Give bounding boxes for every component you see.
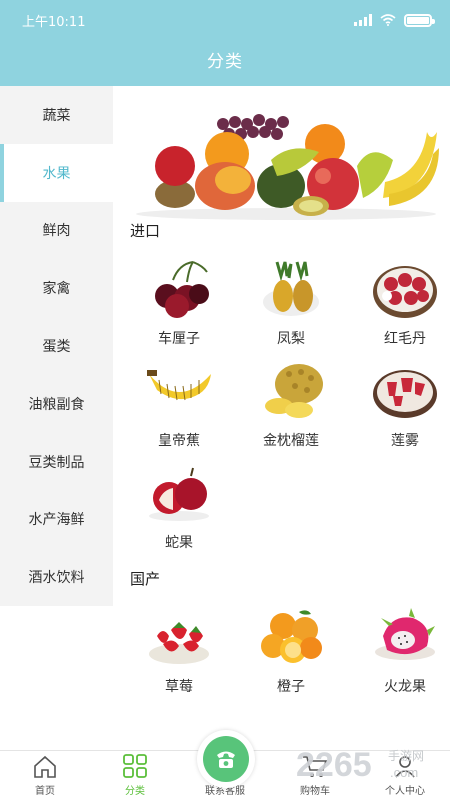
sidebar-item[interactable]: 水产海鲜: [0, 491, 113, 549]
fruit-item[interactable]: 金枕榴莲: [239, 360, 343, 460]
cart-icon: [303, 756, 328, 777]
dragon-fruit-icon: [375, 608, 435, 660]
category-grid-icon: [123, 754, 147, 778]
category-sidebar: 蔬菜水果鲜肉家禽蛋类油粮副食豆类制品水产海鲜酒水饮料: [0, 86, 113, 606]
nav-item-label: 购物车: [300, 786, 330, 797]
page-title: 分类: [207, 52, 243, 72]
sidebar-item-label: 蔬菜: [42, 107, 71, 124]
sidebar-item[interactable]: 家禽: [0, 259, 113, 317]
fruit-item-label: 蛇果: [165, 535, 193, 551]
fruit-item[interactable]: 红毛丹: [353, 258, 450, 358]
rambutan-icon: [373, 266, 437, 318]
sidebar-item-label: 蛋类: [42, 339, 71, 356]
status-bar: 上午10:11: [0, 0, 450, 40]
fruit-item-label: 草莓: [165, 679, 193, 695]
fruit-item-label: 红毛丹: [384, 331, 426, 347]
section-title-domestic: 国产: [130, 570, 161, 588]
fruit-item[interactable]: 凤梨: [239, 258, 343, 358]
fruit-item-label: 车厘子: [158, 331, 200, 347]
banana-icon: [147, 370, 211, 401]
fruit-item-label: 莲雾: [391, 433, 419, 449]
nav-item[interactable]: 个人中心: [360, 751, 450, 800]
cherry-icon: [155, 261, 209, 318]
nav-item[interactable]: 首页: [0, 751, 90, 800]
sidebar-item-label: 豆类制品: [28, 454, 85, 471]
nav-item-label: 首页: [35, 786, 55, 797]
sidebar-item[interactable]: 油粮副食: [0, 375, 113, 433]
user-icon: [395, 756, 415, 778]
signal-icon: [354, 14, 372, 26]
top-bar: 上午10:11 分类: [0, 0, 450, 86]
status-time: 上午10:11: [22, 14, 86, 30]
sidebar-item-label: 水果: [42, 165, 71, 182]
fruit-item[interactable]: 火龙果: [353, 606, 450, 706]
sidebar-item[interactable]: 酒水饮料: [0, 548, 113, 606]
phone-icon: [203, 736, 249, 782]
pineapple-icon: [263, 261, 319, 316]
fruit-item[interactable]: 蛇果: [127, 462, 231, 562]
nav-item-label: 分类: [125, 786, 145, 797]
fruit-item-label: 凤梨: [277, 331, 305, 347]
sidebar-item[interactable]: 水果: [0, 143, 113, 202]
wax-apple-icon: [373, 370, 437, 418]
sidebar-item-label: 酒水饮料: [28, 570, 85, 587]
strawberry-icon: [149, 622, 209, 664]
sidebar-item[interactable]: 蛋类: [0, 317, 113, 375]
home-icon: [34, 755, 56, 778]
sidebar-item-label: 油粮副食: [28, 396, 85, 413]
nav-item[interactable]: 购物车: [270, 751, 360, 800]
sidebar-item[interactable]: 鲜肉: [0, 202, 113, 260]
sidebar-item[interactable]: 豆类制品: [0, 433, 113, 491]
orange-icon: [261, 610, 322, 663]
sidebar-item-label: 鲜肉: [42, 223, 71, 240]
sidebar-item-label: 家禽: [42, 281, 71, 298]
status-icons: [354, 13, 435, 27]
fruit-item-label: 火龙果: [384, 679, 426, 695]
fruit-item-label: 橙子: [277, 679, 305, 695]
fruit-item[interactable]: 车厘子: [127, 258, 231, 358]
apple-icon: [149, 467, 209, 521]
nav-item-label: 个人中心: [385, 786, 425, 797]
fruit-item[interactable]: 皇帝蕉: [127, 360, 231, 460]
sidebar-item-label: 水产海鲜: [28, 512, 85, 529]
sidebar-item[interactable]: 蔬菜: [0, 86, 113, 144]
section-title-import: 进口: [130, 222, 161, 240]
fruit-item-label: 皇帝蕉: [158, 433, 200, 449]
fruit-item[interactable]: 莲雾: [353, 360, 450, 460]
main-content: 进口 车厘子 凤梨 红毛丹皇帝蕉 金枕榴莲 莲雾蛇果 国产 草莓 橙子 火龙果: [113, 86, 450, 750]
durian-icon: [265, 364, 323, 418]
wifi-icon: [380, 14, 396, 26]
battery-icon: [404, 13, 435, 27]
fruit-item[interactable]: 草莓: [127, 606, 231, 706]
fruit-banner-image: [136, 114, 439, 220]
customer-service-button[interactable]: [197, 730, 255, 788]
fruit-item[interactable]: 橙子: [239, 606, 343, 706]
nav-item[interactable]: 分类: [90, 751, 180, 800]
fruit-item-label: 金枕榴莲: [263, 433, 319, 449]
